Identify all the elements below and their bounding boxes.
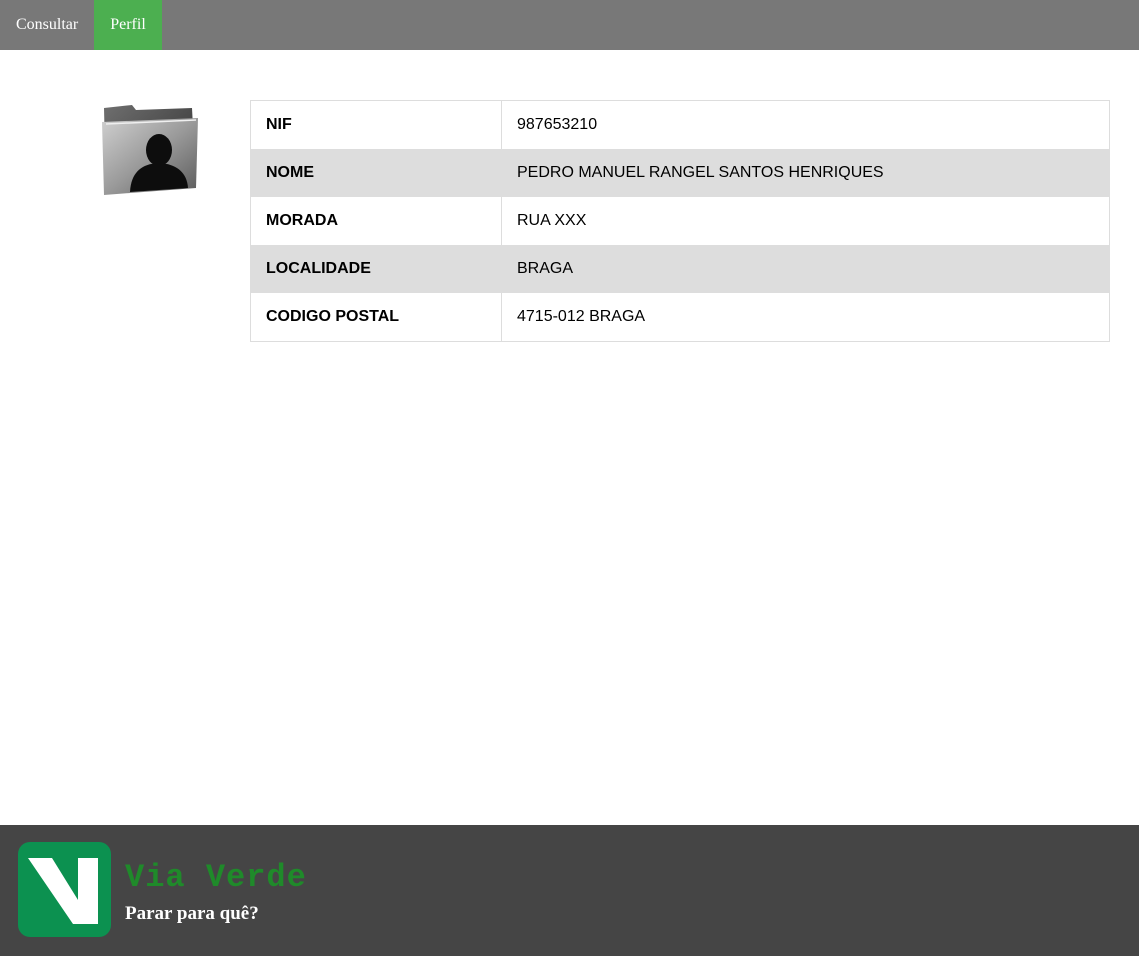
table-row: CODIGO POSTAL 4715-012 BRAGA (250, 293, 1110, 342)
localidade-label: LOCALIDADE (250, 245, 502, 293)
morada-value: RUA XXX (501, 197, 1110, 245)
table-row: NOME PEDRO MANUEL RANGEL SANTOS HENRIQUE… (250, 149, 1110, 197)
nif-value: 987653210 (501, 100, 1110, 149)
profile-table: NIF 987653210 NOME PEDRO MANUEL RANGEL S… (250, 100, 1110, 342)
top-navigation: Consultar Perfil (0, 0, 1139, 50)
user-folder-icon (98, 100, 202, 200)
nome-value: PEDRO MANUEL RANGEL SANTOS HENRIQUES (501, 149, 1110, 197)
table-row: MORADA RUA XXX (250, 197, 1110, 245)
codigo-postal-value: 4715-012 BRAGA (501, 293, 1110, 342)
nav-item-perfil[interactable]: Perfil (94, 0, 162, 50)
brand-tagline: Parar para quê? (125, 903, 259, 924)
nif-label: NIF (250, 100, 502, 149)
table-row: NIF 987653210 (250, 100, 1110, 149)
via-verde-logo-icon (18, 842, 111, 937)
nome-label: NOME (250, 149, 502, 197)
localidade-value: BRAGA (501, 245, 1110, 293)
morada-label: MORADA (250, 197, 502, 245)
footer: Via Verde Parar para quê? (0, 825, 1139, 956)
table-row: LOCALIDADE BRAGA (250, 245, 1110, 293)
nav-item-consultar[interactable]: Consultar (0, 0, 94, 50)
codigo-postal-label: CODIGO POSTAL (250, 293, 502, 342)
brand-name: Via Verde (125, 859, 307, 896)
